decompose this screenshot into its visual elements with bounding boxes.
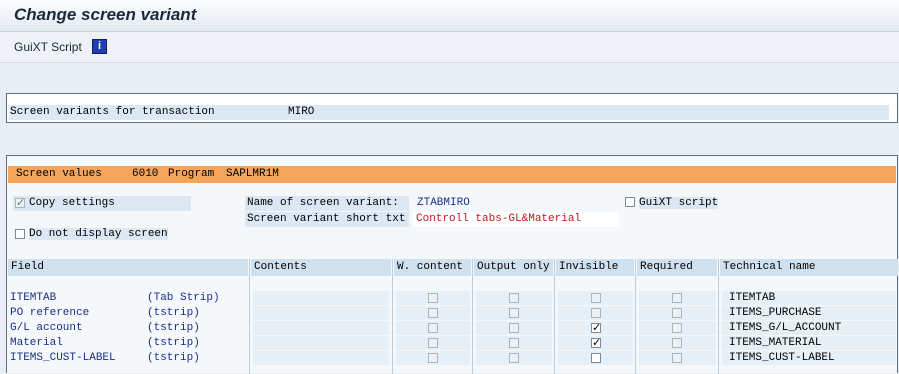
invisible-checkbox[interactable]: [591, 353, 601, 363]
do-not-display-label: Do not display screen: [29, 228, 168, 240]
row-technical-name: ITEMS_PURCHASE: [729, 307, 822, 319]
required-checkbox[interactable]: [672, 293, 682, 303]
guixt-script-button[interactable]: GuiXT Script: [14, 40, 82, 54]
header-w-content[interactable]: W. content: [394, 259, 471, 276]
row-field: G/L account: [10, 322, 83, 334]
title-bar: Change screen variant: [0, 0, 899, 32]
column-divider: [472, 259, 473, 374]
column-divider: [249, 259, 250, 374]
row-type: (tstrip): [147, 322, 200, 334]
required-checkbox[interactable]: [672, 353, 682, 363]
output-only-checkbox[interactable]: [509, 353, 519, 363]
required-checkbox[interactable]: [672, 323, 682, 333]
transaction-label: Screen variants for transaction: [10, 106, 215, 118]
header-required[interactable]: Required: [637, 259, 717, 276]
column-divider: [554, 259, 555, 374]
required-checkbox[interactable]: [672, 308, 682, 318]
copy-settings-checkbox[interactable]: [15, 196, 25, 209]
output-only-checkbox[interactable]: [509, 293, 519, 303]
screen-values-bar: Screen values 6010 Program SAPLMR1M: [8, 166, 896, 183]
row-contents[interactable]: [253, 306, 389, 320]
guixt-script-checkbox[interactable]: [625, 197, 635, 207]
variant-short-input[interactable]: Controll tabs-GL&Material: [413, 212, 619, 227]
w-content-checkbox[interactable]: [428, 338, 438, 348]
output-only-checkbox[interactable]: [509, 323, 519, 333]
application-toolbar: GuiXT Script i: [0, 32, 899, 63]
variant-short-row: Screen variant short txt: [245, 212, 409, 227]
do-not-display-option[interactable]: Do not display screen: [13, 227, 171, 242]
variant-name-label: Name of screen variant:: [247, 197, 399, 209]
w-content-checkbox[interactable]: [428, 293, 438, 303]
row-contents[interactable]: [253, 321, 389, 335]
output-only-checkbox[interactable]: [509, 308, 519, 318]
required-checkbox[interactable]: [672, 338, 682, 348]
w-content-checkbox[interactable]: [428, 353, 438, 363]
row-technical-name: ITEMTAB: [729, 292, 776, 304]
copy-settings-label: Copy settings: [29, 197, 115, 209]
column-divider: [392, 259, 393, 374]
row-field: PO reference: [10, 307, 90, 319]
row-technical-name: ITEMS_G/L_ACCOUNT: [729, 322, 842, 334]
transaction-frame: Screen variants for transaction MIRO: [6, 93, 898, 123]
variant-name-value: ZTABMIRO: [417, 197, 470, 209]
header-field[interactable]: Field: [8, 259, 248, 276]
invisible-checkbox[interactable]: [591, 308, 601, 318]
program-name: SAPLMR1M: [226, 168, 279, 180]
w-content-checkbox[interactable]: [428, 308, 438, 318]
screen-values-label: Screen values: [16, 168, 102, 180]
row-field: ITEMS_CUST-LABEL: [10, 352, 116, 364]
header-contents[interactable]: Contents: [251, 259, 391, 276]
w-content-checkbox[interactable]: [428, 323, 438, 333]
row-contents[interactable]: [253, 336, 389, 350]
column-divider: [635, 259, 636, 374]
invisible-checkbox[interactable]: [591, 336, 601, 349]
guixt-script-label: GuiXT script: [639, 197, 719, 209]
output-only-checkbox[interactable]: [509, 338, 519, 348]
variant-short-label: Screen variant short txt: [247, 213, 406, 225]
invisible-checkbox[interactable]: [591, 293, 601, 303]
guixt-script-option[interactable]: GuiXT script: [623, 196, 721, 211]
info-icon[interactable]: i: [92, 39, 107, 54]
column-divider: [718, 259, 719, 374]
copy-settings-option[interactable]: Copy settings: [13, 196, 191, 211]
row-field: ITEMTAB: [10, 292, 57, 304]
row-type: (Tab Strip): [147, 292, 220, 304]
variant-short-value: Controll tabs-GL&Material: [416, 213, 582, 225]
header-technical-name[interactable]: Technical name: [720, 259, 898, 276]
header-output-only[interactable]: Output only: [474, 259, 553, 276]
row-type: (tstrip): [147, 352, 200, 364]
transaction-row: Screen variants for transaction MIRO: [9, 105, 889, 120]
row-field: Material: [10, 337, 63, 349]
row-contents[interactable]: [253, 291, 389, 305]
row-technical-name: ITEMS_MATERIAL: [729, 337, 822, 349]
row-technical-name: ITEMS_CUST-LABEL: [729, 352, 835, 364]
transaction-value: MIRO: [288, 106, 315, 118]
row-type: (tstrip): [147, 337, 200, 349]
row-contents[interactable]: [253, 351, 389, 365]
do-not-display-checkbox[interactable]: [15, 229, 25, 239]
header-invisible[interactable]: Invisible: [556, 259, 634, 276]
screen-values-frame: Screen values 6010 Program SAPLMR1M Copy…: [6, 155, 898, 374]
variant-name-row: Name of screen variant:: [245, 196, 409, 211]
screen-number: 6010: [132, 168, 159, 180]
window-title: Change screen variant: [14, 5, 197, 24]
row-type: (tstrip): [147, 307, 200, 319]
program-label: Program: [168, 168, 215, 180]
invisible-checkbox[interactable]: [591, 321, 601, 334]
